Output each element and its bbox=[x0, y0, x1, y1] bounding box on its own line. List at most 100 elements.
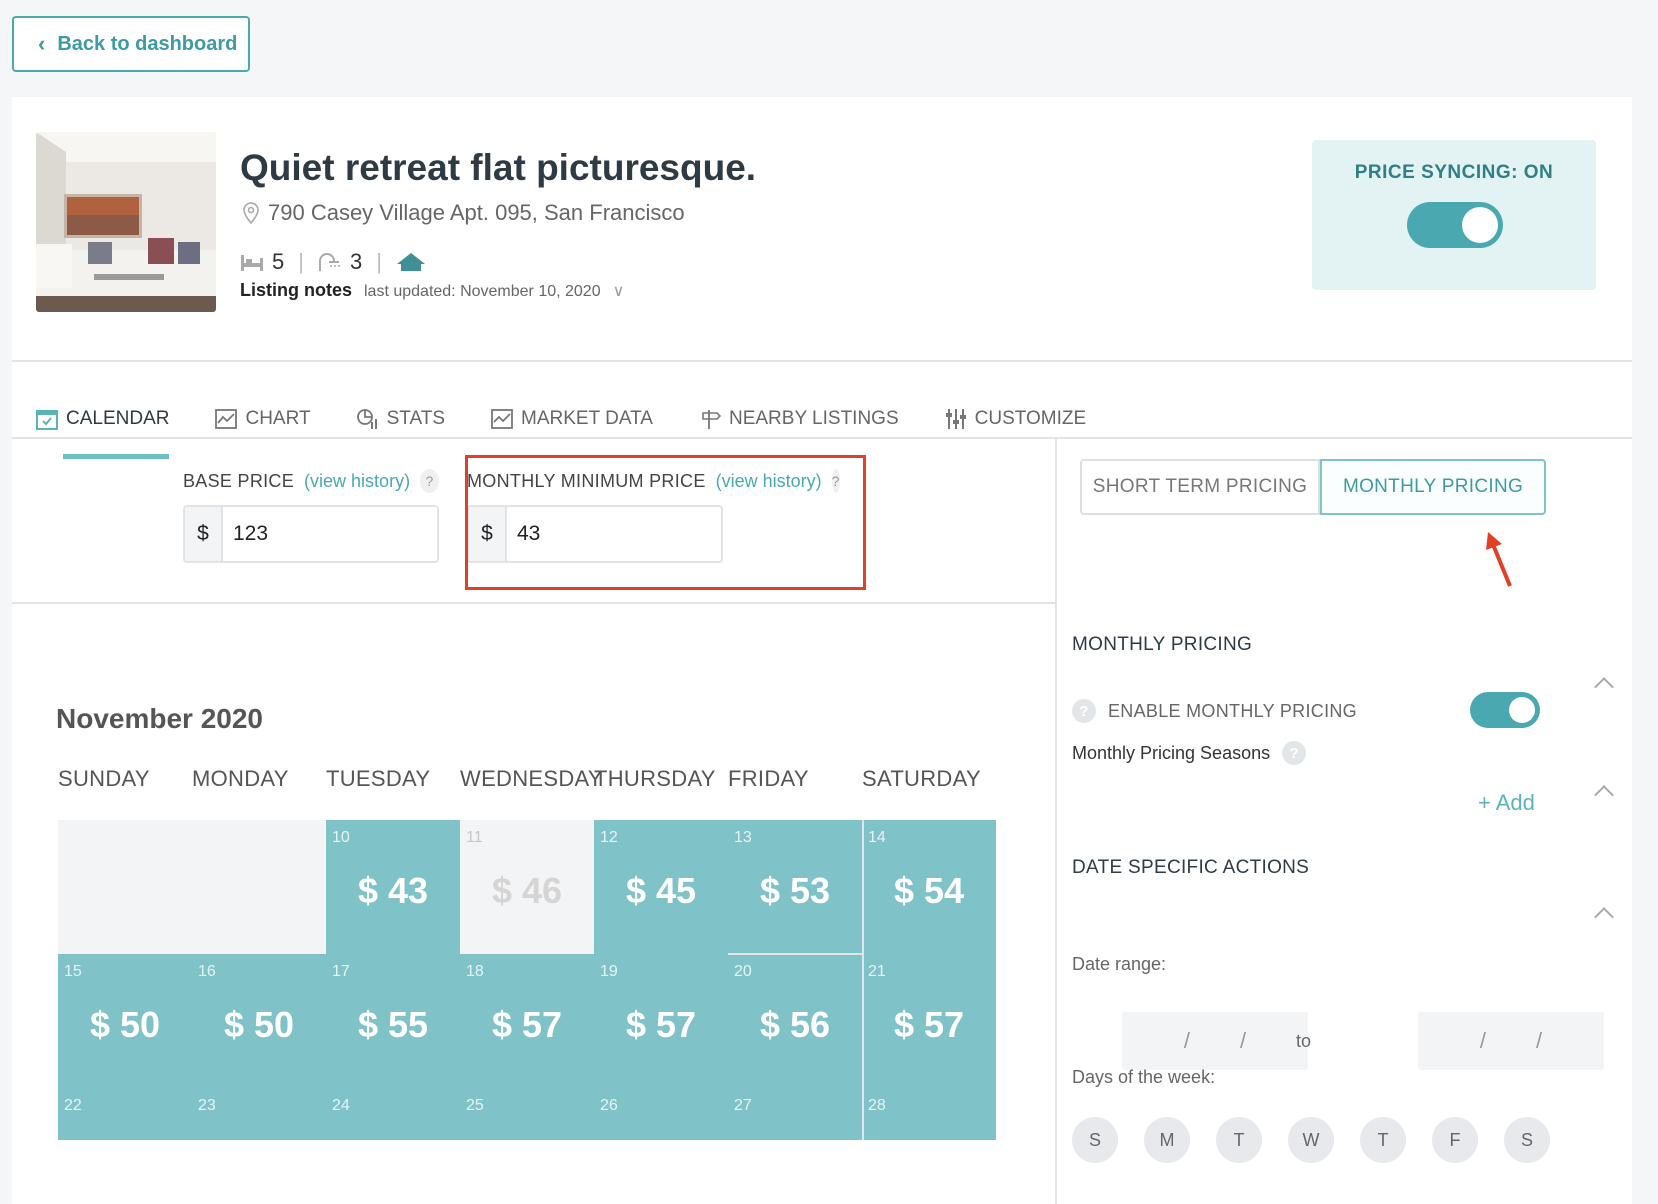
tab-chart[interactable]: CHART bbox=[215, 379, 311, 459]
calendar-day-cell[interactable]: 11 $ 46 bbox=[460, 820, 594, 954]
tab-stats[interactable]: STATS bbox=[356, 379, 446, 459]
day-number: 18 bbox=[466, 963, 484, 980]
day-price: $ 57 bbox=[491, 1004, 563, 1045]
tab-customize[interactable]: CUSTOMIZE bbox=[945, 379, 1086, 459]
add-season-link[interactable]: + Add bbox=[1478, 790, 1535, 816]
pricing-mode-switch: SHORT TERM PRICING MONTHLY PRICING bbox=[1080, 459, 1546, 515]
calendar-day-cell[interactable]: 27 bbox=[728, 1088, 862, 1140]
listing-notes-label: Listing notes bbox=[240, 280, 352, 300]
monthly-pricing-seasons-row: Monthly Pricing Seasons ? bbox=[1072, 741, 1307, 765]
weekday-label: WEDNESDAY bbox=[460, 766, 603, 791]
calendar-day-cell[interactable]: 12 $ 45 bbox=[594, 820, 728, 954]
divider bbox=[12, 437, 1632, 439]
day-number: 17 bbox=[332, 963, 350, 980]
tab-label: MARKET DATA bbox=[521, 408, 653, 429]
monthly-pricing-button[interactable]: MONTHLY PRICING bbox=[1320, 459, 1546, 515]
annotation-arrow-icon bbox=[1486, 532, 1512, 587]
calendar-month-title: November 2020 bbox=[56, 703, 264, 734]
day-toggle-monday[interactable]: M bbox=[1144, 1117, 1190, 1163]
day-toggle-thursday[interactable]: T bbox=[1360, 1117, 1406, 1163]
weekday-label: TUESDAY bbox=[326, 766, 431, 791]
chevron-left-icon: ‹ bbox=[38, 31, 46, 56]
calendar-day-cell[interactable]: 24 bbox=[326, 1088, 460, 1140]
back-to-dashboard-button[interactable]: ‹ Back to dashboard bbox=[12, 16, 250, 72]
tab-calendar[interactable]: CALENDAR bbox=[36, 379, 170, 459]
listing-title: Quiet retreat flat picturesque. bbox=[240, 147, 757, 188]
stats-icon bbox=[356, 409, 377, 429]
price-syncing-label: PRICE SYNCING: ON bbox=[1354, 162, 1554, 183]
calendar-day-cell[interactable]: 19 $ 57 bbox=[594, 954, 728, 1088]
day-number: 11 bbox=[466, 829, 483, 846]
day-price: $ 57 bbox=[625, 1004, 697, 1045]
tab-nearby-listings[interactable]: NEARBY LISTINGS bbox=[699, 379, 899, 459]
day-number: 27 bbox=[734, 1097, 752, 1114]
day-number: 22 bbox=[64, 1097, 82, 1114]
enable-monthly-pricing-label: ENABLE MONTHLY PRICING bbox=[1108, 700, 1357, 721]
day-toggle-sunday[interactable]: S bbox=[1072, 1117, 1118, 1163]
listing-address: 790 Casey Village Apt. 095, San Francisc… bbox=[242, 200, 685, 226]
chevron-down-icon[interactable]: ∨ bbox=[613, 281, 625, 301]
days-of-week-label: Days of the week: bbox=[1072, 1067, 1216, 1087]
price-syncing-toggle[interactable] bbox=[1407, 202, 1503, 248]
day-toggle-wednesday[interactable]: W bbox=[1288, 1117, 1334, 1163]
monthly-pricing-seasons-label: Monthly Pricing Seasons bbox=[1072, 742, 1271, 763]
help-icon[interactable]: ? bbox=[420, 469, 439, 493]
day-toggle-saturday[interactable]: S bbox=[1504, 1117, 1550, 1163]
weekday-label: THURSDAY bbox=[594, 766, 716, 791]
calendar-day-cell[interactable]: 28 bbox=[862, 1088, 996, 1140]
calendar-day-cell[interactable]: 16 $ 50 bbox=[192, 954, 326, 1088]
listing-card: Quiet retreat flat picturesque. 790 Case… bbox=[12, 97, 1632, 1204]
calendar-day-cell[interactable]: 23 bbox=[192, 1088, 326, 1140]
short-term-pricing-button[interactable]: SHORT TERM PRICING bbox=[1080, 459, 1320, 515]
day-number: 10 bbox=[332, 829, 350, 846]
bathroom-count: 3 bbox=[349, 249, 363, 274]
day-number: 21 bbox=[868, 963, 886, 980]
date-from-input[interactable]: / / bbox=[1122, 1012, 1308, 1070]
calendar-icon bbox=[36, 410, 58, 430]
calendar-day-cell[interactable]: 20 $ 56 bbox=[728, 954, 862, 1088]
day-number: 28 bbox=[868, 1097, 886, 1114]
tab-label: CHART bbox=[245, 408, 311, 429]
divider bbox=[12, 602, 1055, 604]
day-number: 12 bbox=[600, 829, 618, 846]
help-icon[interactable]: ? bbox=[1282, 741, 1307, 765]
day-price: $ 57 bbox=[893, 1004, 965, 1045]
calendar-day-cell[interactable]: 21 $ 57 bbox=[862, 954, 996, 1088]
day-toggle-friday[interactable]: F bbox=[1432, 1117, 1478, 1163]
base-price-value[interactable]: 123 bbox=[223, 507, 437, 561]
calendar-day-cell[interactable]: 13 $ 53 bbox=[728, 820, 862, 954]
calendar-day-cell[interactable]: 15 $ 50 bbox=[58, 954, 192, 1088]
listing-notes[interactable]: Listing notes last updated: November 10,… bbox=[240, 280, 624, 301]
day-number: 25 bbox=[466, 1097, 484, 1114]
day-price: $ 45 bbox=[625, 870, 697, 911]
calendar-day-cell[interactable]: 26 bbox=[594, 1088, 728, 1140]
base-price-history-link[interactable]: (view history) bbox=[304, 471, 410, 492]
tab-market-data[interactable]: MARKET DATA bbox=[491, 379, 653, 459]
help-icon[interactable]: ? bbox=[1072, 699, 1096, 723]
tab-label: CALENDAR bbox=[66, 408, 170, 429]
day-price: $ 55 bbox=[357, 1004, 429, 1045]
base-price-input[interactable]: $ 123 bbox=[183, 505, 439, 563]
location-pin-icon bbox=[243, 202, 259, 224]
day-price: $ 50 bbox=[223, 1004, 295, 1045]
date-to-input[interactable]: / / bbox=[1418, 1012, 1604, 1070]
calendar-day-cell[interactable]: 17 $ 55 bbox=[326, 954, 460, 1088]
day-number: 14 bbox=[868, 829, 886, 846]
weekday-label: SUNDAY bbox=[58, 766, 150, 791]
tab-label: STATS bbox=[386, 408, 446, 429]
day-price: $ 46 bbox=[491, 870, 563, 911]
enable-monthly-pricing-toggle[interactable] bbox=[1470, 692, 1540, 728]
calendar-day-cell[interactable]: 10 $ 43 bbox=[326, 820, 460, 954]
calendar-day-cell[interactable]: 22 bbox=[58, 1088, 192, 1140]
market-data-icon bbox=[491, 409, 513, 429]
day-toggle-tuesday[interactable]: T bbox=[1216, 1117, 1262, 1163]
divider bbox=[12, 360, 1632, 362]
day-number: 19 bbox=[600, 963, 618, 980]
calendar-day-cell[interactable]: 14 $ 54 bbox=[862, 820, 996, 954]
day-price: $ 53 bbox=[759, 870, 831, 911]
back-to-dashboard-label: Back to dashboard bbox=[57, 32, 238, 55]
calendar-day-cell[interactable]: 25 bbox=[460, 1088, 594, 1140]
calendar-day-cell[interactable]: 18 $ 57 bbox=[460, 954, 594, 1088]
sliders-icon bbox=[945, 409, 966, 429]
date-specific-actions-title: DATE SPECIFIC ACTIONS bbox=[1072, 857, 1310, 878]
